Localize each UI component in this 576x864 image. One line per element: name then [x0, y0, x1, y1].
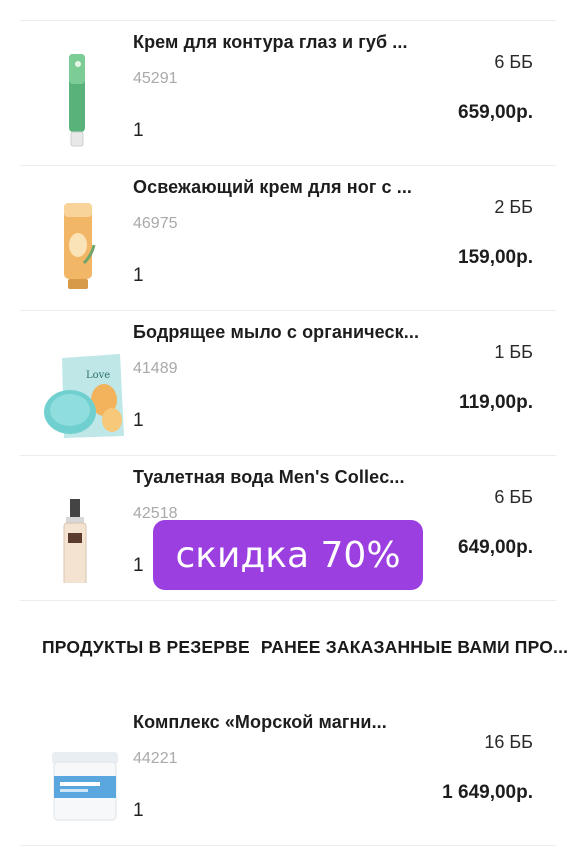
product-code: 46975: [133, 215, 178, 232]
product-price: 1 649,00р.: [442, 782, 533, 803]
product-quantity: 1: [133, 265, 144, 286]
product-code: 45291: [133, 70, 178, 87]
bonus-points: 16 ББ: [484, 732, 533, 752]
reserve-tabs: ПРОДУКТЫ В РЕЗЕРВЕ РАНЕЕ ЗАКАЗАННЫЕ ВАМИ…: [42, 637, 574, 658]
svg-text:Love: Love: [86, 370, 110, 381]
foot-cream-image: [40, 183, 130, 293]
list-item[interactable]: Комплекс «Морской магни... 44221 1 16 ББ…: [0, 700, 576, 844]
product-code: 44221: [133, 750, 178, 767]
bonus-points: 2 ББ: [494, 197, 533, 217]
soap-image: Love: [40, 328, 130, 438]
supplement-jar-image: [40, 718, 130, 828]
bonus-points: 1 ББ: [494, 342, 533, 362]
product-quantity: 1: [133, 800, 144, 821]
product-price: 119,00р.: [459, 392, 533, 413]
bonus-points: 6 ББ: [494, 487, 533, 507]
divider: [20, 845, 556, 846]
product-name[interactable]: Комплекс «Морской магни...: [133, 712, 387, 733]
list-item[interactable]: Love Бодрящее мыло с органическ... 41489…: [0, 310, 576, 454]
product-quantity: 1: [133, 120, 144, 141]
product-quantity: 1: [133, 555, 144, 576]
product-quantity: 1: [133, 410, 144, 431]
product-name[interactable]: Туалетная вода Men's Collec...: [133, 467, 405, 488]
product-price: 659,00р.: [458, 102, 533, 123]
product-name[interactable]: Бодрящее мыло с органическ...: [133, 322, 419, 343]
list-item[interactable]: Освежающий крем для ног с ... 46975 1 2 …: [0, 165, 576, 309]
product-code: 41489: [133, 360, 178, 377]
tab-previously-ordered[interactable]: РАНЕЕ ЗАКАЗАННЫЕ ВАМИ ПРО...: [261, 637, 568, 657]
product-price: 159,00р.: [458, 247, 533, 268]
tab-reserved-products[interactable]: ПРОДУКТЫ В РЕЗЕРВЕ: [42, 637, 250, 657]
discount-badge: скидка 70%: [153, 520, 423, 590]
product-name[interactable]: Крем для контура глаз и губ ...: [133, 32, 408, 53]
perfume-image: [40, 473, 130, 590]
divider: [20, 600, 556, 601]
product-price: 649,00р.: [458, 537, 533, 558]
bonus-points: 6 ББ: [494, 52, 533, 72]
list-item[interactable]: Крем для контура глаз и губ ... 45291 1 …: [0, 20, 576, 164]
eye-cream-image: [40, 38, 130, 148]
product-name[interactable]: Освежающий крем для ног с ...: [133, 177, 412, 198]
